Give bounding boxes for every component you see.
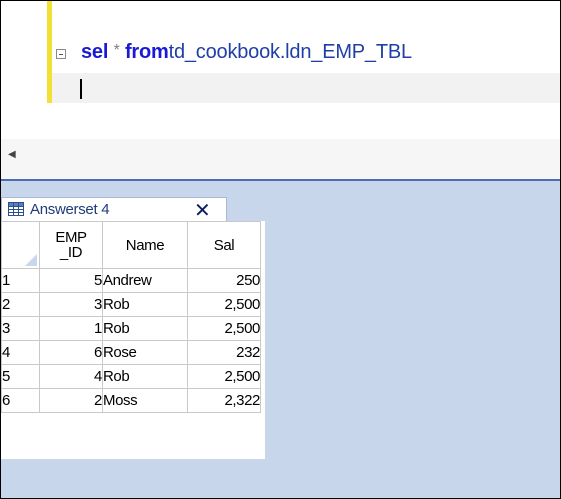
text-caret bbox=[80, 79, 82, 99]
row-number[interactable]: 1 bbox=[1, 268, 40, 293]
table-row[interactable]: 6 2 Moss 2,322 bbox=[1, 388, 261, 413]
row-number[interactable]: 4 bbox=[1, 340, 40, 365]
row-number[interactable]: 2 bbox=[1, 292, 40, 317]
column-header-label: EMP _ID bbox=[55, 229, 87, 261]
results-grid: EMP _ID Name Sal 1 5 Andrew 250 2 3 Rob bbox=[1, 221, 261, 413]
cell-name[interactable]: Rob bbox=[102, 364, 188, 389]
editor-gutter bbox=[1, 1, 47, 139]
grid-table-icon bbox=[8, 202, 24, 216]
select-all-corner[interactable] bbox=[1, 221, 40, 269]
table-row[interactable]: 4 6 Rose 232 bbox=[1, 340, 261, 365]
tab-label: Answerset 4 bbox=[30, 201, 110, 218]
tab-answerset-4[interactable]: Answerset 4 ✕ bbox=[1, 197, 227, 223]
sql-keyword-sel: sel bbox=[81, 41, 109, 63]
grid-header-row: EMP _ID Name Sal bbox=[1, 221, 261, 269]
cell-sal[interactable]: 2,500 bbox=[187, 292, 261, 317]
cell-sal[interactable]: 2,322 bbox=[187, 388, 261, 413]
cell-name[interactable]: Moss bbox=[102, 388, 188, 413]
column-header-emp-id[interactable]: EMP _ID bbox=[39, 221, 103, 269]
cell-name[interactable]: Rose bbox=[102, 340, 188, 365]
sql-operator-star: * bbox=[113, 42, 120, 59]
sql-editor[interactable]: sel * fromtd_cookbook.ldn_EMP_TBL ◀ bbox=[1, 1, 560, 181]
cell-sal[interactable]: 2,500 bbox=[187, 364, 261, 389]
cell-emp-id[interactable]: 5 bbox=[39, 268, 103, 293]
table-row[interactable]: 5 4 Rob 2,500 bbox=[1, 364, 261, 389]
results-panel: Answerset 4 ✕ EMP _ID Name Sal 1 5 Andre… bbox=[1, 181, 560, 498]
query-window: sel * fromtd_cookbook.ldn_EMP_TBL ◀ Answ… bbox=[0, 0, 561, 499]
current-line-highlight bbox=[52, 73, 560, 103]
table-row[interactable]: 3 1 Rob 2,500 bbox=[1, 316, 261, 341]
sql-table-name: td_cookbook.ldn_EMP_TBL bbox=[168, 41, 413, 63]
close-icon[interactable]: ✕ bbox=[194, 198, 211, 223]
collapse-minus-icon[interactable] bbox=[56, 49, 66, 59]
cell-emp-id[interactable]: 1 bbox=[39, 316, 103, 341]
cell-name[interactable]: Rob bbox=[102, 316, 188, 341]
cell-emp-id[interactable]: 6 bbox=[39, 340, 103, 365]
cell-emp-id[interactable]: 4 bbox=[39, 364, 103, 389]
cell-emp-id[interactable]: 2 bbox=[39, 388, 103, 413]
column-header-sal[interactable]: Sal bbox=[187, 221, 261, 269]
row-number[interactable]: 3 bbox=[1, 316, 40, 341]
cell-sal[interactable]: 250 bbox=[187, 268, 261, 293]
sql-keyword-from: from bbox=[124, 41, 169, 63]
cell-name[interactable]: Rob bbox=[102, 292, 188, 317]
cell-sal[interactable]: 2,500 bbox=[187, 316, 261, 341]
row-number[interactable]: 5 bbox=[1, 364, 40, 389]
cell-name[interactable]: Andrew bbox=[102, 268, 188, 293]
table-row[interactable]: 1 5 Andrew 250 bbox=[1, 268, 261, 293]
editor-scroll-area bbox=[1, 139, 560, 179]
column-header-name[interactable]: Name bbox=[102, 221, 188, 269]
table-row[interactable]: 2 3 Rob 2,500 bbox=[1, 292, 261, 317]
cell-sal[interactable]: 232 bbox=[187, 340, 261, 365]
cell-emp-id[interactable]: 3 bbox=[39, 292, 103, 317]
row-number[interactable]: 6 bbox=[1, 388, 40, 413]
scroll-left-icon[interactable]: ◀ bbox=[8, 149, 16, 160]
sql-code-line[interactable]: sel * fromtd_cookbook.ldn_EMP_TBL bbox=[81, 41, 412, 64]
